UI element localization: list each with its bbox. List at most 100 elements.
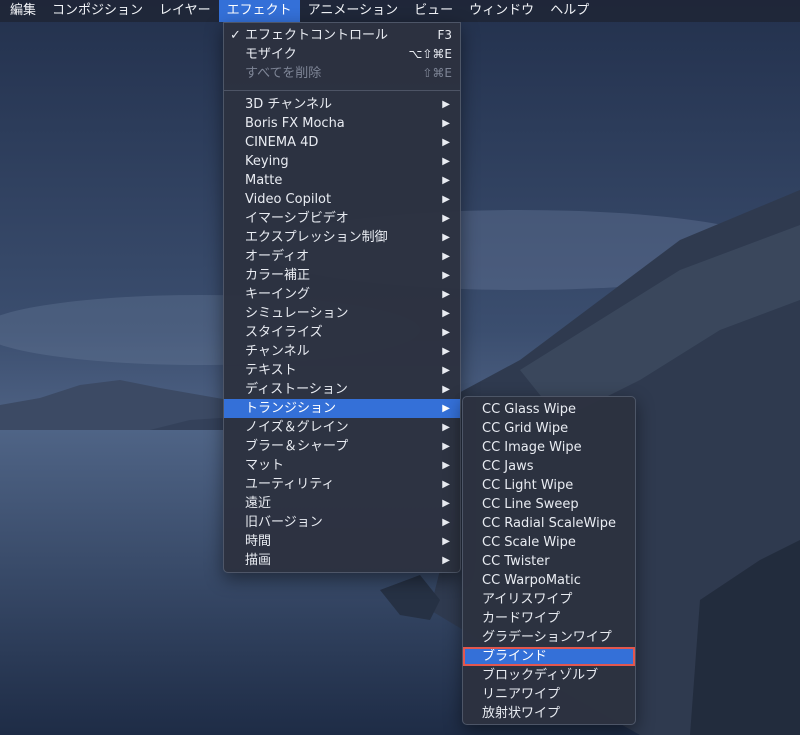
submenu-arrow-icon: ▶ xyxy=(442,346,450,357)
menu-item-category[interactable]: 時間 ▶ xyxy=(224,532,460,551)
submenu-item[interactable]: リニアワイプ xyxy=(463,685,635,704)
menu-item-label: CC Scale Wipe xyxy=(482,535,576,550)
submenu-arrow-icon: ▶ xyxy=(442,536,450,547)
menu-effect[interactable]: エフェクト xyxy=(218,0,300,22)
submenu-item[interactable]: カードワイプ xyxy=(463,609,635,628)
menu-item-label: 旧バージョン xyxy=(245,515,323,530)
menu-layer[interactable]: レイヤー xyxy=(151,0,219,22)
submenu-arrow-icon: ▶ xyxy=(442,517,450,528)
submenu-arrow-icon: ▶ xyxy=(442,232,450,243)
menu-item-label: CC Radial ScaleWipe xyxy=(482,516,616,531)
menu-item-label: スタイライズ xyxy=(245,325,323,340)
menu-view[interactable]: ビュー xyxy=(406,0,461,22)
submenu-item[interactable]: CC Radial ScaleWipe xyxy=(463,514,635,533)
submenu-item[interactable]: CC Grid Wipe xyxy=(463,419,635,438)
menu-item-label: CC Jaws xyxy=(482,459,534,474)
submenu-item[interactable]: CC WarpoMatic xyxy=(463,571,635,590)
submenu-item[interactable]: CC Scale Wipe xyxy=(463,533,635,552)
submenu-arrow-icon: ▶ xyxy=(442,460,450,471)
menu-composition[interactable]: コンポジション xyxy=(44,0,151,22)
submenu-arrow-icon: ▶ xyxy=(442,213,450,224)
menu-item-category[interactable]: エクスプレッション制御 ▶ xyxy=(224,228,460,247)
effect-menu-dropdown: ✓ エフェクトコントロール F3 モザイク ⌥⇧⌘E すべてを削除 ⇧⌘E 3D… xyxy=(223,22,461,573)
menu-item-category[interactable]: トランジション ▶ xyxy=(224,399,460,418)
menu-item-category[interactable]: 遠近 ▶ xyxy=(224,494,460,513)
menu-animation[interactable]: アニメーション xyxy=(300,0,406,22)
submenu-item[interactable]: CC Line Sweep xyxy=(463,495,635,514)
menu-help[interactable]: ヘルプ xyxy=(542,0,597,22)
menu-item-category[interactable]: Boris FX Mocha ▶ xyxy=(224,114,460,133)
menu-item-label: キーイング xyxy=(245,287,311,302)
menu-item-label: 描画 xyxy=(245,553,272,568)
menu-item-label: CINEMA 4D xyxy=(245,135,319,150)
menu-item-category[interactable]: Matte ▶ xyxy=(224,171,460,190)
submenu-arrow-icon: ▶ xyxy=(442,479,450,490)
menu-item-category[interactable]: ディストーション ▶ xyxy=(224,380,460,399)
menu-item-remove-all: すべてを削除 ⇧⌘E xyxy=(224,64,460,83)
menu-item-label: アイリスワイプ xyxy=(482,592,573,607)
submenu-arrow-icon: ▶ xyxy=(442,422,450,433)
checkmark-icon: ✓ xyxy=(230,28,241,43)
submenu-arrow-icon: ▶ xyxy=(442,175,450,186)
submenu-item[interactable]: CC Light Wipe xyxy=(463,476,635,495)
submenu-item[interactable]: アイリスワイプ xyxy=(463,590,635,609)
menu-item-label: 放射状ワイプ xyxy=(482,706,561,721)
menu-item-label: ユーティリティ xyxy=(245,477,335,492)
menu-item-category[interactable]: Keying ▶ xyxy=(224,152,460,171)
menu-item-effect-controls[interactable]: ✓ エフェクトコントロール F3 xyxy=(224,26,460,45)
shortcut-label: ⌥⇧⌘E xyxy=(408,47,452,61)
menu-item-category[interactable]: キーイング ▶ xyxy=(224,285,460,304)
menu-edit[interactable]: 編集 xyxy=(0,0,44,22)
menu-item-category[interactable]: 旧バージョン ▶ xyxy=(224,513,460,532)
menu-item-label: モザイク xyxy=(245,47,297,62)
submenu-item[interactable]: ブロックディゾルブ xyxy=(463,666,635,685)
menu-item-category[interactable]: CINEMA 4D ▶ xyxy=(224,133,460,152)
shortcut-label: ⇧⌘E xyxy=(422,66,452,80)
submenu-item[interactable]: CC Glass Wipe xyxy=(463,400,635,419)
menu-item-label: カードワイプ xyxy=(482,611,561,626)
menu-window[interactable]: ウィンドウ xyxy=(461,0,542,22)
transition-submenu: CC Glass Wipe CC Grid Wipe CC Image Wipe CC… xyxy=(462,396,636,725)
submenu-arrow-icon: ▶ xyxy=(442,327,450,338)
menu-item-label: ノイズ＆グレイン xyxy=(245,420,349,435)
menu-item-category[interactable]: 描画 ▶ xyxy=(224,551,460,570)
submenu-arrow-icon: ▶ xyxy=(442,251,450,262)
submenu-arrow-icon: ▶ xyxy=(442,555,450,566)
menu-item-label: Boris FX Mocha xyxy=(245,116,345,131)
menu-item-category[interactable]: チャンネル ▶ xyxy=(224,342,460,361)
menu-item-category[interactable]: ブラー＆シャープ ▶ xyxy=(224,437,460,456)
submenu-item[interactable]: ブラインド xyxy=(463,647,635,666)
menu-item-category[interactable]: Video Copilot ▶ xyxy=(224,190,460,209)
menu-item-label: CC Twister xyxy=(482,554,550,569)
submenu-item[interactable]: CC Twister xyxy=(463,552,635,571)
menu-item-category[interactable]: スタイライズ ▶ xyxy=(224,323,460,342)
menu-item-label: チャンネル xyxy=(245,344,310,359)
submenu-item[interactable]: 放射状ワイプ xyxy=(463,704,635,723)
submenu-arrow-icon: ▶ xyxy=(442,308,450,319)
menu-item-label: トランジション xyxy=(245,401,337,416)
menu-item-label: マット xyxy=(245,458,285,473)
submenu-item[interactable]: CC Image Wipe xyxy=(463,438,635,457)
menu-item-category[interactable]: イマーシブビデオ ▶ xyxy=(224,209,460,228)
menu-item-category[interactable]: 3D チャンネル ▶ xyxy=(224,95,460,114)
menu-item-label: グラデーションワイプ xyxy=(482,630,612,645)
menu-item-label: シミュレーション xyxy=(245,306,349,321)
menu-item-label: イマーシブビデオ xyxy=(245,211,349,226)
menu-item-category[interactable]: カラー補正 ▶ xyxy=(224,266,460,285)
menu-item-category[interactable]: ノイズ＆グレイン ▶ xyxy=(224,418,460,437)
submenu-arrow-icon: ▶ xyxy=(442,118,450,129)
submenu-arrow-icon: ▶ xyxy=(442,289,450,300)
menu-item-label: CC Grid Wipe xyxy=(482,421,569,436)
menu-item-category[interactable]: ユーティリティ ▶ xyxy=(224,475,460,494)
menu-item-category[interactable]: マット ▶ xyxy=(224,456,460,475)
menu-item-label: CC Light Wipe xyxy=(482,478,574,493)
menu-item-category[interactable]: テキスト ▶ xyxy=(224,361,460,380)
menu-separator xyxy=(224,90,460,91)
submenu-item[interactable]: CC Jaws xyxy=(463,457,635,476)
menu-item-category[interactable]: オーディオ ▶ xyxy=(224,247,460,266)
menu-item-mosaic[interactable]: モザイク ⌥⇧⌘E xyxy=(224,45,460,64)
menu-item-category[interactable]: シミュレーション ▶ xyxy=(224,304,460,323)
submenu-arrow-icon: ▶ xyxy=(442,441,450,452)
menu-item-label: 3D チャンネル xyxy=(245,97,333,112)
submenu-item[interactable]: グラデーションワイプ xyxy=(463,628,635,647)
